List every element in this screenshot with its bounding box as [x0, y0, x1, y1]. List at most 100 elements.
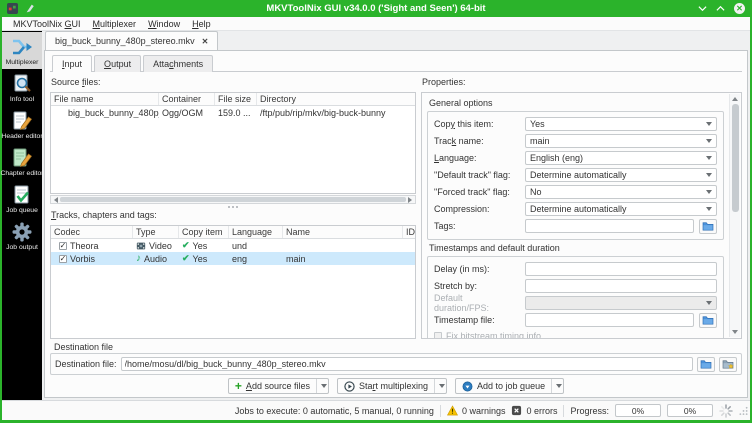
scroll-down-icon[interactable] — [732, 330, 738, 334]
dropdown-arrow-icon — [706, 156, 712, 160]
dropdown-arrow-icon — [320, 384, 327, 388]
header-editor-icon — [13, 111, 32, 130]
file-name: big_buck_bunny_480p_... — [68, 107, 159, 118]
general-options-title: General options — [429, 98, 493, 108]
add-source-files-dropdown[interactable] — [315, 379, 328, 393]
compression-select[interactable]: Determine automatically — [525, 202, 717, 216]
sidebar-item-info-tool[interactable]: Info tool — [2, 69, 42, 106]
tab-close-icon[interactable]: ✕ — [202, 37, 209, 46]
start-multiplexing-button[interactable]: Start multiplexing — [336, 378, 448, 394]
destination-file-input[interactable] — [120, 357, 693, 371]
column-header-file-size[interactable]: File size — [215, 93, 257, 105]
dropdown-arrow-icon — [706, 301, 712, 305]
document-tabbar: big_buck_bunny_480p_stereo.mkv ✕ — [42, 31, 750, 50]
minimize-button[interactable] — [698, 5, 707, 12]
default-duration-label: Default duration/FPS: — [434, 293, 490, 313]
track-row-vorbis[interactable]: ✓ Vorbis ♪ Audio ✔ Yes eng main — [51, 252, 415, 265]
tracks-table[interactable]: Codec Type Copy item Language Name ID ✓ … — [50, 225, 416, 339]
tab-output[interactable]: Output — [94, 55, 142, 72]
destination-browse-button[interactable] — [697, 356, 715, 372]
column-header-directory[interactable]: Directory — [257, 93, 415, 105]
column-header-container[interactable]: Container — [159, 93, 215, 105]
hscroll-thumb[interactable] — [60, 197, 406, 202]
dropdown-arrow-icon — [706, 173, 712, 177]
column-header-file-name[interactable]: File name — [51, 93, 159, 105]
track-checkbox[interactable]: ✓ — [59, 241, 67, 250]
timestamp-file-input[interactable] — [525, 313, 694, 327]
language-select[interactable]: English (eng) — [525, 151, 717, 165]
forced-track-flag-select[interactable]: No — [525, 185, 717, 199]
multiplexer-pane: Input Output Attachments Source files: F… — [44, 50, 748, 398]
sidebar-item-job-queue[interactable]: Job queue — [2, 180, 42, 217]
titlebar[interactable]: MKVToolNix GUI v34.0.0 ('Sight and Seen'… — [0, 0, 752, 17]
column-header-name[interactable]: Name — [283, 226, 403, 238]
source-files-hscrollbar[interactable] — [50, 195, 416, 204]
start-multiplexing-dropdown[interactable] — [434, 379, 446, 393]
track-type: Audio — [144, 253, 168, 264]
jobs-status: Jobs to execute: 0 automatic, 5 manual, … — [234, 405, 434, 416]
scroll-left-icon[interactable] — [54, 196, 58, 203]
fix-bitstream-label: Fix bitstream timing info — [446, 331, 542, 339]
default-track-flag-select[interactable]: Determine automatically — [525, 168, 717, 182]
job-output-gear-icon — [12, 222, 32, 242]
tab-attachments[interactable]: Attachments — [143, 55, 214, 72]
sidebar-label: Multiplexer — [5, 59, 39, 66]
mkvtoolnix-window: MKVToolNix GUI v34.0.0 ('Sight and Seen'… — [0, 0, 752, 423]
pin-icon[interactable] — [25, 4, 35, 14]
sidebar-item-header-editor[interactable]: Header editor — [1, 106, 43, 143]
column-header-language[interactable]: Language — [229, 226, 283, 238]
sidebar-label: Header editor — [1, 133, 43, 140]
stretch-by-input[interactable] — [525, 279, 717, 293]
sidebar-label: Job output — [6, 244, 38, 251]
add-source-files-button[interactable]: + Add source files — [227, 378, 329, 394]
tags-input[interactable] — [525, 219, 694, 233]
menu-help[interactable]: Help — [186, 19, 217, 29]
statusbar-separator — [563, 404, 565, 417]
statusbar: Jobs to execute: 0 automatic, 5 manual, … — [2, 400, 750, 420]
copy-this-item-label: Copy this item: — [434, 119, 494, 129]
scroll-right-icon[interactable] — [408, 196, 412, 203]
menu-window[interactable]: Window — [142, 19, 186, 29]
tags-browse-button[interactable] — [699, 218, 717, 234]
add-to-job-queue-button[interactable]: Add to job queue — [455, 378, 565, 394]
destination-new-folder-button[interactable] — [719, 356, 737, 372]
add-to-job-queue-dropdown[interactable] — [551, 379, 563, 393]
tab-input[interactable]: Input — [52, 55, 93, 72]
menu-mkvtoolnix-gui[interactable]: MKVToolNix GUI — [7, 19, 87, 29]
new-folder-icon — [722, 360, 734, 369]
stretch-by-label: Stretch by: — [434, 281, 478, 291]
vscroll-thumb[interactable] — [731, 104, 739, 212]
dropdown-arrow-icon — [556, 384, 563, 388]
track-name-combo[interactable]: main — [525, 134, 717, 148]
menu-multiplexer[interactable]: Multiplexer — [87, 19, 143, 29]
scroll-up-icon[interactable] — [732, 97, 738, 101]
resize-grip[interactable] — [739, 406, 748, 415]
compression-label: Compression: — [434, 204, 490, 214]
properties-vscrollbar[interactable] — [729, 94, 740, 337]
source-file-row[interactable]: big_buck_bunny_480p_... Ogg/OGM 159.0 ..… — [51, 106, 415, 119]
statusbar-separator — [439, 404, 441, 417]
timestamps-title: Timestamps and default duration — [429, 243, 560, 253]
sidebar-item-multiplexer[interactable]: Multiplexer — [2, 32, 42, 69]
track-checkbox[interactable]: ✓ — [59, 254, 67, 263]
timestamp-file-browse-button[interactable] — [699, 312, 717, 328]
sidebar-item-chapter-editor[interactable]: Chapter editor — [0, 143, 44, 180]
copy-this-item-select[interactable]: Yes — [525, 117, 717, 131]
track-row-theora[interactable]: ✓ Theora Video ✔ Yes und — [51, 239, 415, 252]
maximize-button[interactable] — [716, 5, 725, 12]
job-queue-icon — [14, 185, 29, 204]
delay-input[interactable] — [525, 262, 717, 276]
column-header-codec[interactable]: Codec — [51, 226, 133, 238]
document-tab[interactable]: big_buck_bunny_480p_stereo.mkv ✕ — [45, 31, 219, 50]
delay-label: Delay (in ms): — [434, 264, 490, 274]
error-icon — [512, 405, 522, 416]
file-size: 159.0 ... — [218, 107, 251, 118]
track-language: eng — [232, 253, 248, 264]
sidebar-item-job-output[interactable]: Job output — [2, 217, 42, 254]
source-files-table[interactable]: File name Container File size Directory … — [50, 92, 416, 194]
close-button[interactable]: ✕ — [734, 3, 745, 14]
column-header-copy-item[interactable]: Copy item — [179, 226, 229, 238]
column-header-id[interactable]: ID — [403, 226, 415, 238]
progress-bar-total: 0% — [667, 404, 713, 417]
column-header-type[interactable]: Type — [133, 226, 179, 238]
